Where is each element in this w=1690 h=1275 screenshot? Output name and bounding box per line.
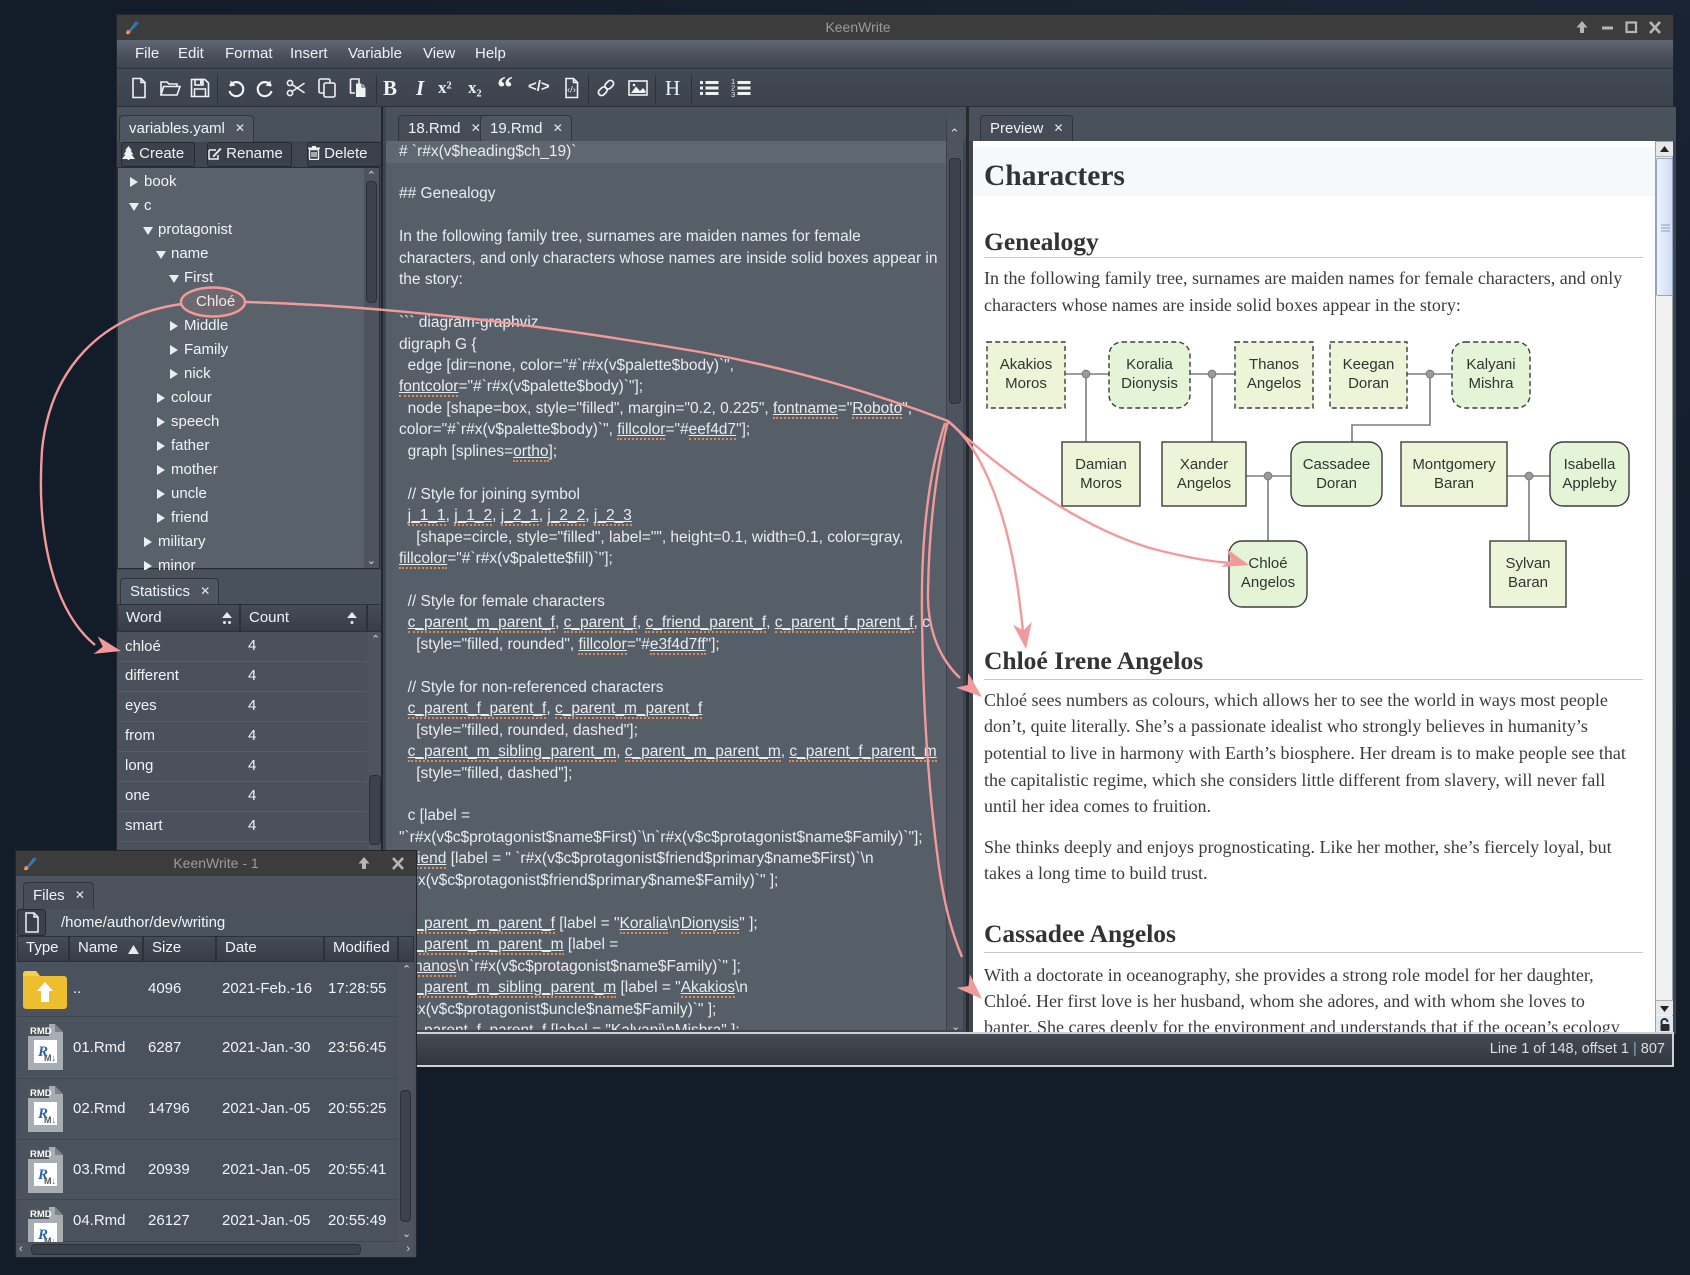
svg-text:Montgomery: Montgomery: [1412, 456, 1496, 473]
svg-text:“: “: [497, 74, 513, 100]
svg-text:RMD: RMD: [30, 1026, 52, 1037]
svg-text:Angelos: Angelos: [1247, 375, 1301, 392]
svg-text:Angelos: Angelos: [1177, 475, 1231, 492]
svg-text:Xander: Xander: [1180, 456, 1228, 473]
svg-text:Koralia: Koralia: [1126, 356, 1173, 373]
svg-text:Thanos: Thanos: [1249, 356, 1299, 373]
svg-text:Moros: Moros: [1005, 375, 1047, 392]
svg-text:‹/›: ‹/›: [567, 85, 576, 96]
svg-text:RMD: RMD: [30, 1088, 52, 1099]
svg-text:Dionysis: Dionysis: [1121, 375, 1178, 392]
svg-text:RMD: RMD: [30, 1149, 52, 1160]
svg-text:Damian: Damian: [1075, 456, 1127, 473]
svg-text:Angelos: Angelos: [1241, 574, 1295, 591]
svg-text:Doran: Doran: [1348, 375, 1389, 392]
svg-text:Doran: Doran: [1316, 475, 1357, 492]
svg-text:M↓: M↓: [44, 1053, 56, 1063]
svg-text:Isabella: Isabella: [1564, 456, 1616, 473]
svg-text:Baran: Baran: [1508, 574, 1548, 591]
svg-text:RMD: RMD: [30, 1209, 52, 1220]
svg-text:Cassadee: Cassadee: [1303, 456, 1371, 473]
svg-text:Sylvan: Sylvan: [1505, 555, 1550, 572]
svg-text:M↓: M↓: [44, 1115, 56, 1125]
svg-text:Mishra: Mishra: [1468, 375, 1514, 392]
svg-text:Chloé: Chloé: [1248, 555, 1287, 572]
svg-text:Keegan: Keegan: [1343, 356, 1395, 373]
svg-text:Kalyani: Kalyani: [1466, 356, 1515, 373]
svg-text:Appleby: Appleby: [1562, 475, 1617, 492]
svg-text:Baran: Baran: [1434, 475, 1474, 492]
svg-text:Moros: Moros: [1080, 475, 1122, 492]
svg-text:3: 3: [731, 90, 735, 99]
svg-text:Akakios: Akakios: [1000, 356, 1053, 373]
svg-text:M↓: M↓: [44, 1176, 56, 1186]
